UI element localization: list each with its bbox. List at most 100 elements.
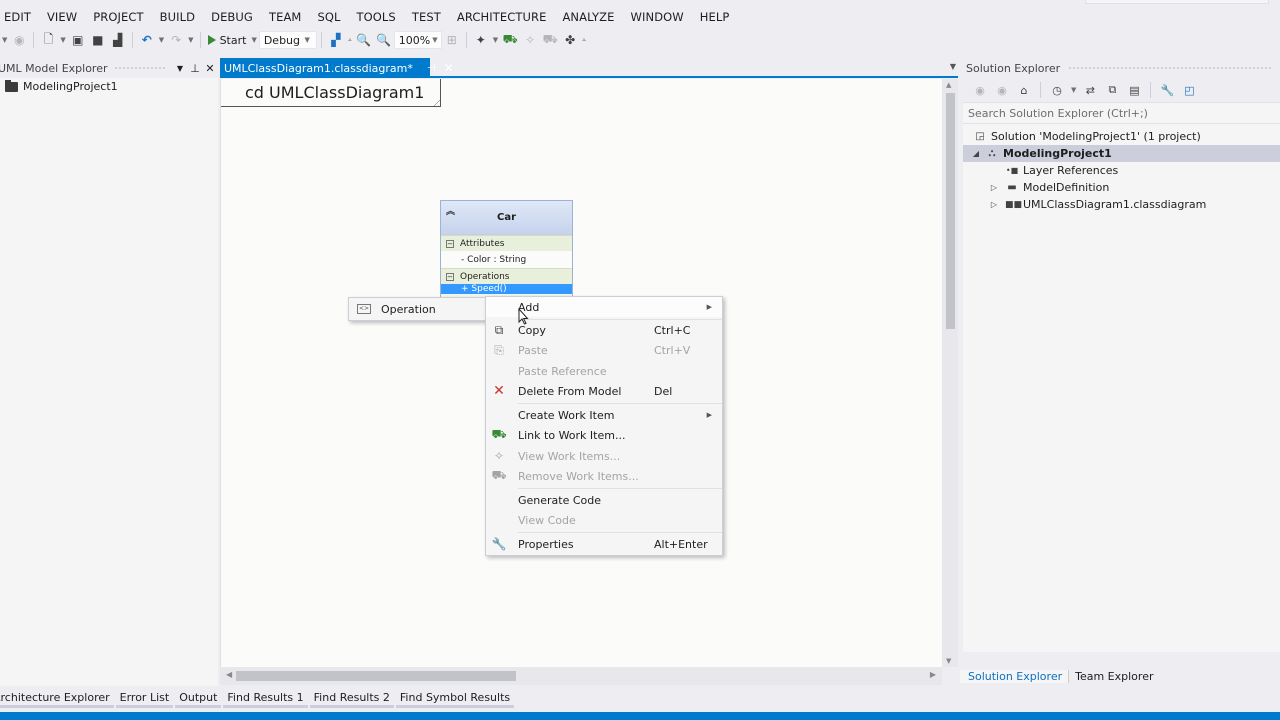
class-header[interactable]: ︽ Car	[441, 201, 572, 235]
menu-analyze[interactable]: ANALYZE	[554, 10, 622, 24]
menu-sql[interactable]: SQL	[309, 10, 348, 24]
solution-search-input[interactable]: Search Solution Explorer (Ctrl+;)	[963, 102, 1280, 124]
menu-item-properties[interactable]: 🔧 Properties Alt+Enter	[486, 534, 722, 554]
save-all-icon[interactable]: ▟	[110, 32, 126, 48]
menu-item-paste-reference[interactable]: Paste Reference	[486, 361, 722, 381]
menu-window[interactable]: WINDOW	[623, 10, 692, 24]
pending-changes-filter-icon[interactable]: ◷	[1049, 82, 1065, 98]
panel-grip[interactable]	[113, 65, 167, 71]
panel-grip[interactable]	[1068, 65, 1272, 71]
menu-debug[interactable]: DEBUG	[203, 10, 261, 24]
collapse-icon[interactable]: ︽	[446, 204, 455, 217]
attribute-item[interactable]: - Color : String	[441, 251, 572, 268]
zoom-level-select[interactable]: 100% ▼	[393, 31, 442, 49]
tab-find-results-2[interactable]: Find Results 2	[309, 688, 395, 708]
new-project-dropdown-icon[interactable]: ▼	[60, 36, 65, 44]
tree-item-modeldefinition[interactable]: ▷ ▬ ModelDefinition	[963, 179, 1280, 196]
solution-configuration-select[interactable]: Debug ▼	[258, 31, 317, 49]
layout-icon[interactable]: ▞	[328, 32, 344, 48]
forward-icon[interactable]: ◉	[994, 82, 1010, 98]
zoom-in-icon[interactable]: 🔍	[356, 32, 372, 48]
operations-compartment[interactable]: − Operations	[441, 268, 572, 284]
scrollbar-thumb[interactable]	[946, 93, 955, 329]
menu-item-create-work-item[interactable]: Create Work Item ▶	[486, 405, 722, 425]
collapse-all-icon[interactable]: ⧉	[1104, 82, 1120, 98]
menu-item-view-code[interactable]: View Code	[486, 510, 722, 530]
back-dropdown-icon[interactable]: ▼	[2, 36, 7, 44]
menu-tools[interactable]: TOOLS	[349, 10, 404, 24]
tab-output[interactable]: Output	[174, 688, 222, 708]
window-position-icon[interactable]: ▼	[173, 64, 187, 73]
remove-link-icon[interactable]: ⛟	[542, 32, 558, 48]
menu-team[interactable]: TEAM	[261, 10, 309, 24]
preview-icon[interactable]: ◰	[1181, 82, 1197, 98]
toolbar-overflow-icon[interactable]: ⩡	[582, 36, 586, 45]
collapsed-arrow-icon[interactable]: ▷	[989, 200, 999, 209]
scroll-right-icon[interactable]: ▶	[930, 670, 936, 679]
menu-help[interactable]: HELP	[692, 10, 738, 24]
tab-team-explorer[interactable]: Team Explorer	[1069, 670, 1159, 683]
pin-icon[interactable]: ✧	[522, 32, 538, 48]
tree-item-solution[interactable]: ◲ Solution 'ModelingProject1' (1 project…	[963, 128, 1280, 145]
start-dropdown-icon[interactable]: ▼	[251, 36, 256, 44]
close-icon[interactable]: ✕	[444, 61, 454, 75]
show-all-files-icon[interactable]: ▤	[1126, 82, 1142, 98]
open-file-icon[interactable]: ▣	[70, 32, 86, 48]
submenu-item-operation[interactable]: <> Operation	[349, 303, 436, 316]
tab-error-list[interactable]: Error List	[115, 688, 175, 708]
toolbar-overflow-icon[interactable]: ⩡	[348, 36, 352, 45]
start-button[interactable]: Start	[205, 34, 250, 47]
redo-dropdown-icon[interactable]: ▼	[188, 36, 193, 44]
filter-dropdown-icon[interactable]: ▼	[1071, 86, 1076, 94]
work-item-query-icon[interactable]: ✤	[562, 32, 578, 48]
menu-architecture[interactable]: ARCHITECTURE	[449, 10, 555, 24]
close-icon[interactable]: ✕	[203, 62, 217, 75]
uml-class-shape[interactable]: ︽ Car − Attributes - Color : String − Op…	[440, 200, 573, 298]
tab-find-results-1[interactable]: Find Results 1	[222, 688, 308, 708]
expanded-arrow-icon[interactable]: ◢	[971, 149, 981, 158]
pin-icon[interactable]: ⊣	[427, 63, 436, 74]
fit-to-window-icon[interactable]: ⊞	[444, 32, 460, 48]
operation-item[interactable]: + Speed()	[441, 284, 572, 294]
properties-wrench-icon[interactable]: 🔧	[1159, 82, 1175, 98]
new-project-icon[interactable]: 🗋	[40, 32, 56, 48]
tab-solution-explorer[interactable]: Solution Explorer	[960, 670, 1070, 683]
tree-item[interactable]: ModelingProject1	[0, 78, 218, 95]
undo-icon[interactable]: ↶	[139, 32, 155, 48]
tree-item-layer-references[interactable]: •■ Layer References	[963, 162, 1280, 179]
menu-view[interactable]: VIEW	[39, 10, 85, 24]
link-work-item-icon[interactable]: ⛟	[502, 32, 518, 48]
vertical-scrollbar[interactable]: ▲ ▼	[942, 79, 958, 667]
undo-dropdown-icon[interactable]: ▼	[159, 36, 164, 44]
scrollbar-thumb[interactable]	[236, 671, 516, 681]
work-item-icon[interactable]: ✦	[473, 32, 489, 48]
scroll-left-icon[interactable]: ◀	[226, 670, 232, 679]
scroll-down-icon[interactable]: ▼	[946, 657, 951, 665]
menu-build[interactable]: BUILD	[152, 10, 203, 24]
quick-launch-box[interactable]	[1085, 0, 1269, 4]
menu-item-paste[interactable]: ⎘ Paste Ctrl+V	[486, 340, 722, 360]
menu-item-generate-code[interactable]: Generate Code	[486, 490, 722, 510]
menu-item-view-work-items[interactable]: ✧ View Work Items...	[486, 446, 722, 466]
back-icon[interactable]: ◉	[972, 82, 988, 98]
collapse-box-icon[interactable]: −	[446, 239, 454, 248]
pin-icon[interactable]: ⊥	[188, 62, 202, 75]
menu-item-remove-work-items[interactable]: ⛟ Remove Work Items...	[486, 466, 722, 486]
menu-edit[interactable]: EDIT	[0, 10, 39, 24]
sync-icon[interactable]: ⇄	[1082, 82, 1098, 98]
menu-item-link-to-work-item[interactable]: ⛟ Link to Work Item...	[486, 425, 722, 445]
menu-project[interactable]: PROJECT	[85, 10, 151, 24]
collapse-box-icon[interactable]: −	[446, 272, 454, 281]
zoom-out-icon[interactable]: 🔍	[376, 32, 392, 48]
tab-find-symbol-results[interactable]: Find Symbol Results	[395, 688, 515, 708]
attributes-compartment[interactable]: − Attributes	[441, 235, 572, 251]
scroll-up-icon[interactable]: ▲	[946, 81, 951, 89]
forward-icon[interactable]: ◉	[11, 32, 27, 48]
tab-overflow-dropdown-icon[interactable]: ▼	[950, 62, 956, 71]
horizontal-scrollbar[interactable]: ◀ ▶	[220, 667, 942, 685]
home-icon[interactable]: ⌂	[1016, 82, 1032, 98]
tree-item-umlclassdiagram1[interactable]: ▷ ■■ UMLClassDiagram1.classdiagram	[963, 196, 1280, 213]
tree-item-modelingproject1[interactable]: ◢ ⛬ ModelingProject1	[963, 145, 1280, 162]
redo-icon[interactable]: ↷	[168, 32, 184, 48]
menu-test[interactable]: TEST	[404, 10, 449, 24]
